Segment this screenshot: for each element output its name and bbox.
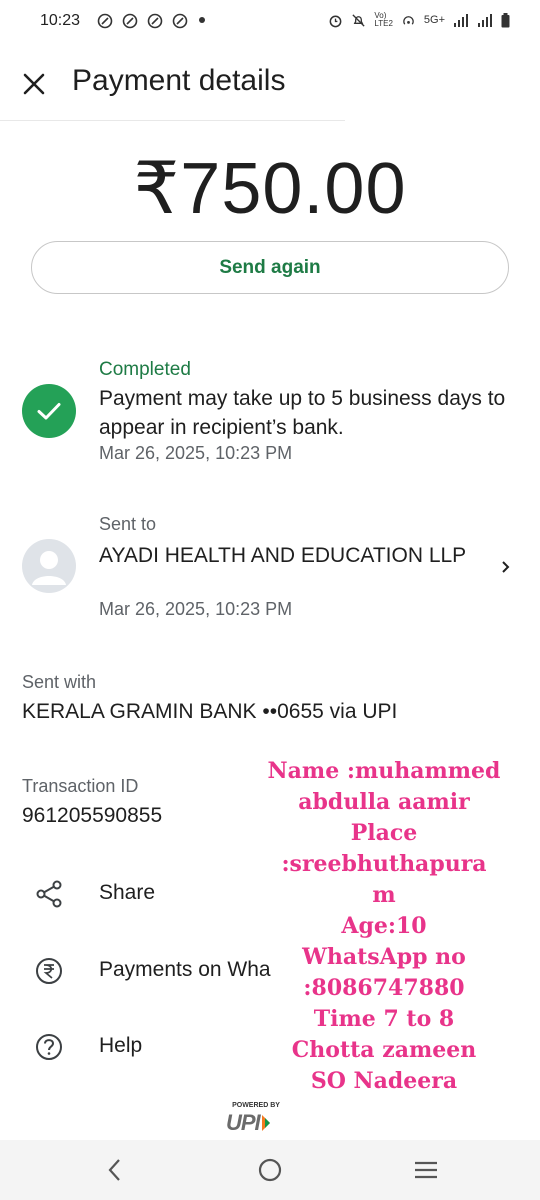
page-title: Payment details (72, 64, 286, 97)
recents-icon[interactable] (411, 1155, 441, 1185)
network-type: 5G+ (423, 14, 445, 26)
status-message: Payment may take up to 5 business days t… (99, 387, 506, 439)
upi-wordmark: UPI (226, 1110, 261, 1135)
home-icon[interactable] (255, 1155, 285, 1185)
sent-to-label: Sent to (99, 514, 157, 534)
share-icon[interactable] (34, 879, 64, 909)
signal-icon (478, 14, 492, 27)
sent-with-label: Sent with (22, 672, 97, 692)
person-icon (32, 551, 66, 585)
transaction-id-label: Transaction ID (22, 776, 139, 796)
send-again-button[interactable]: Send again (31, 241, 509, 294)
share-action[interactable]: Share (99, 881, 155, 905)
overlay-line: WhatsApp no (302, 944, 466, 970)
status-icons: Vo) LTE2 5G+ (328, 12, 510, 28)
upi-arrow-icon (261, 1115, 270, 1131)
payment-amount: ₹750.00 (133, 149, 407, 229)
completed-status-icon (22, 384, 76, 438)
more-notifications-dot (199, 17, 205, 23)
payments-on-whatsapp-action[interactable]: Payments on Wha (99, 958, 271, 982)
status-date: Mar 26, 2025, 10:23 PM (99, 443, 293, 463)
signal-icon (454, 14, 468, 27)
chevron-right-icon[interactable] (498, 556, 514, 578)
close-icon[interactable] (20, 70, 48, 98)
overlay-line: Place :sreebhuthapura (281, 820, 487, 877)
overlay-line: Age:10 (341, 913, 427, 939)
sent-with-value: KERALA GRAMIN BANK ••0655 via UPI (22, 700, 398, 723)
notification-icon (97, 13, 113, 29)
overlay-line: Name :muhammed (267, 758, 501, 784)
hotspot-icon (403, 15, 414, 25)
overlay-line: Time 7 to 8 (313, 1006, 455, 1032)
alarm-icon (329, 15, 342, 27)
notification-icon (172, 13, 188, 29)
powered-by-label: POWERED BY (232, 1102, 280, 1109)
check-icon (37, 403, 61, 420)
recipient-date: Mar 26, 2025, 10:23 PM (99, 599, 293, 619)
overlay-line: abdulla aamir (298, 789, 470, 815)
back-icon[interactable] (100, 1155, 130, 1185)
recipient-name[interactable]: AYADI HEALTH AND EDUCATION LLP (99, 542, 479, 570)
upi-logo: POWERED BY UPI (226, 1102, 316, 1142)
overlay-line: Chotta zameen (291, 1037, 477, 1063)
rupee-circle-icon[interactable] (34, 956, 64, 986)
help-action[interactable]: Help (99, 1034, 142, 1058)
battery-icon (501, 12, 510, 27)
mute-icon (352, 13, 365, 27)
overlay-line: SO Nadeera (310, 1068, 458, 1094)
status-label: Completed (99, 359, 191, 380)
volte-icon: Vo) LTE2 (374, 11, 393, 28)
overlay-line: :8086747880 (303, 975, 465, 1001)
status-time: 10:23 (40, 12, 81, 29)
overlay-note: Name :muhammed abdulla aamir Place :sree… (248, 756, 520, 1097)
overlay-line: m (372, 882, 396, 908)
help-icon[interactable] (34, 1032, 64, 1062)
notification-icon (147, 13, 163, 29)
header-divider (0, 120, 345, 121)
notification-icon (122, 13, 138, 29)
transaction-id-value: 961205590855 (22, 804, 163, 827)
recipient-avatar (22, 539, 76, 593)
